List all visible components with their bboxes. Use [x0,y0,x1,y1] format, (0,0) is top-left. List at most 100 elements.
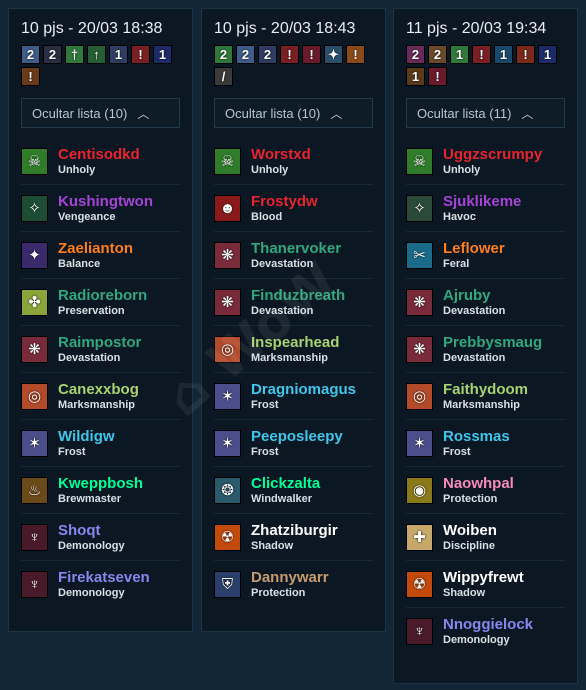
player-spec: Frost [58,445,86,458]
player-name[interactable]: Kushingtwon [58,193,153,210]
player-name[interactable]: Inspearhead [251,334,339,351]
player-name[interactable]: Ajruby [443,287,505,304]
player-name[interactable]: Canexxbog [58,381,139,398]
player-info: Faithydoom Marksmanship [443,381,528,412]
player-info: Woiben Discipline [443,522,497,553]
column-title: 10 pjs - 20/03 18:43 [214,20,356,37]
player-row[interactable]: ✦ Zaelianton Balance [21,232,180,279]
player-name[interactable]: Prebbysmaug [443,334,542,351]
bronze-rune-2-icon: 2 [428,45,447,64]
player-row[interactable]: ✧ Kushingtwon Vengeance [21,185,180,232]
player-row[interactable]: ❋ Prebbysmaug Devastation [406,326,565,373]
player-spec: Marksmanship [58,398,136,411]
player-name[interactable]: Shoqt [58,522,125,539]
player-name[interactable]: Zaelianton [58,240,133,257]
player-row[interactable]: ☻ Frostydw Blood [214,185,373,232]
player-row[interactable]: ✶ Rossmas Frost [406,420,565,467]
player-row[interactable]: ❋ Ajruby Devastation [406,279,565,326]
player-name[interactable]: Faithydoom [443,381,528,398]
player-name[interactable]: Wildigw [58,428,115,445]
player-name[interactable]: Kweppbosh [58,475,143,492]
red-mark-icon: ! [428,67,447,86]
player-info: Rossmas Frost [443,428,510,459]
player-row[interactable]: ❋ Thanervoker Devastation [214,232,373,279]
player-name[interactable]: Zhatziburgir [251,522,338,539]
balance-icon: ✦ [21,241,48,269]
player-row[interactable]: ☠ Worstxd Unholy [214,138,373,185]
preservation-icon: ✤ [21,288,48,316]
player-name[interactable]: Rossmas [443,428,510,445]
player-name[interactable]: Woiben [443,522,497,539]
player-name[interactable]: Uggzscrumpy [443,146,542,163]
player-info: Frostydw Blood [251,193,318,224]
player-row[interactable]: ❋ Raimpostor Devastation [21,326,180,373]
hide-list-toggle[interactable]: Ocultar lista (10) ︿ [214,98,373,128]
dk-rune-2-icon: 2 [236,45,255,64]
player-info: Wippyfrewt Shadow [443,569,524,600]
player-name[interactable]: Finduzbreath [251,287,345,304]
player-name[interactable]: Sjuklikeme [443,193,521,210]
player-info: Firekatseven Demonology [58,569,150,600]
player-info: Kushingtwon Vengeance [58,193,153,224]
player-info: Finduzbreath Devastation [251,287,345,318]
player-name[interactable]: Wippyfrewt [443,569,524,586]
player-name[interactable]: Worstxd [251,146,311,163]
player-name[interactable]: Firekatseven [58,569,150,586]
player-row[interactable]: ☠ Centisodkd Unholy [21,138,180,185]
player-row[interactable]: ☢ Wippyfrewt Shadow [406,561,565,608]
player-row[interactable]: ✂ Leflower Feral [406,232,565,279]
player-row[interactable]: ✶ Wildigw Frost [21,420,180,467]
player-row[interactable]: ⛨ Dannywarr Protection [214,561,373,608]
red-mark-icon: ! [472,45,491,64]
player-spec: Brewmaster [58,492,121,505]
player-spec: Devastation [443,351,506,364]
player-row[interactable]: ☢ Zhatziburgir Shadow [214,514,373,561]
havoc-icon: ✧ [406,194,433,222]
player-row[interactable]: ♨ Kweppbosh Brewmaster [21,467,180,514]
discipline-icon: ✚ [406,523,433,551]
shadow-icon: ☢ [406,570,433,598]
player-name[interactable]: Dannywarr [251,569,329,586]
green-arrow-icon: ↑ [87,45,106,64]
player-name[interactable]: Centisodkd [58,146,140,163]
player-info: Zaelianton Balance [58,240,133,271]
chevron-up-icon: ︿ [521,106,534,121]
purple-rune-2-icon: 2 [406,45,425,64]
player-name[interactable]: Peeposleepy [251,428,343,445]
player-row[interactable]: ✧ Sjuklikeme Havoc [406,185,565,232]
player-row[interactable]: ◎ Faithydoom Marksmanship [406,373,565,420]
player-row[interactable]: ◉ Naowhpal Protection [406,467,565,514]
player-name[interactable]: Clickzalta [251,475,320,492]
player-info: Worstxd Unholy [251,146,311,177]
player-row[interactable]: ☠ Uggzscrumpy Unholy [406,138,565,185]
hide-list-toggle[interactable]: Ocultar lista (10) ︿ [21,98,180,128]
demonology-icon: ♆ [406,618,433,645]
player-name[interactable]: Frostydw [251,193,318,210]
player-row[interactable]: ✚ Woiben Discipline [406,514,565,561]
player-row[interactable]: ♆ Nnoggielock Demonology [406,608,565,655]
player-row[interactable]: ♆ Firekatseven Demonology [21,561,180,608]
player-row[interactable]: ◎ Canexxbog Marksmanship [21,373,180,420]
player-name[interactable]: Radioreborn [58,287,147,304]
hide-list-toggle[interactable]: Ocultar lista (11) ︿ [406,98,565,128]
player-name[interactable]: Naowhpal [443,475,514,492]
player-row[interactable]: ◎ Inspearhead Marksmanship [214,326,373,373]
player-name[interactable]: Leflower [443,240,505,257]
player-row[interactable]: ❋ Finduzbreath Devastation [214,279,373,326]
player-row[interactable]: ❂ Clickzalta Windwalker [214,467,373,514]
player-spec: Vengeance [58,210,116,223]
column-title: 11 pjs - 20/03 19:34 [406,20,547,37]
devastation-icon: ❋ [406,335,433,363]
feral-icon: ✂ [406,241,433,269]
player-row[interactable]: ✤ Radioreborn Preservation [21,279,180,326]
player-name[interactable]: Nnoggielock [443,616,533,633]
player-row[interactable]: ♆ Shoqt Demonology [21,514,180,561]
player-spec: Devastation [251,304,314,317]
player-row[interactable]: ✶ Dragniomagus Frost [214,373,373,420]
player-name[interactable]: Raimpostor [58,334,141,351]
paladin-protection-icon: ◉ [406,476,433,504]
player-info: Centisodkd Unholy [58,146,140,177]
player-name[interactable]: Dragniomagus [251,381,356,398]
player-row[interactable]: ✶ Peeposleepy Frost [214,420,373,467]
player-name[interactable]: Thanervoker [251,240,341,257]
